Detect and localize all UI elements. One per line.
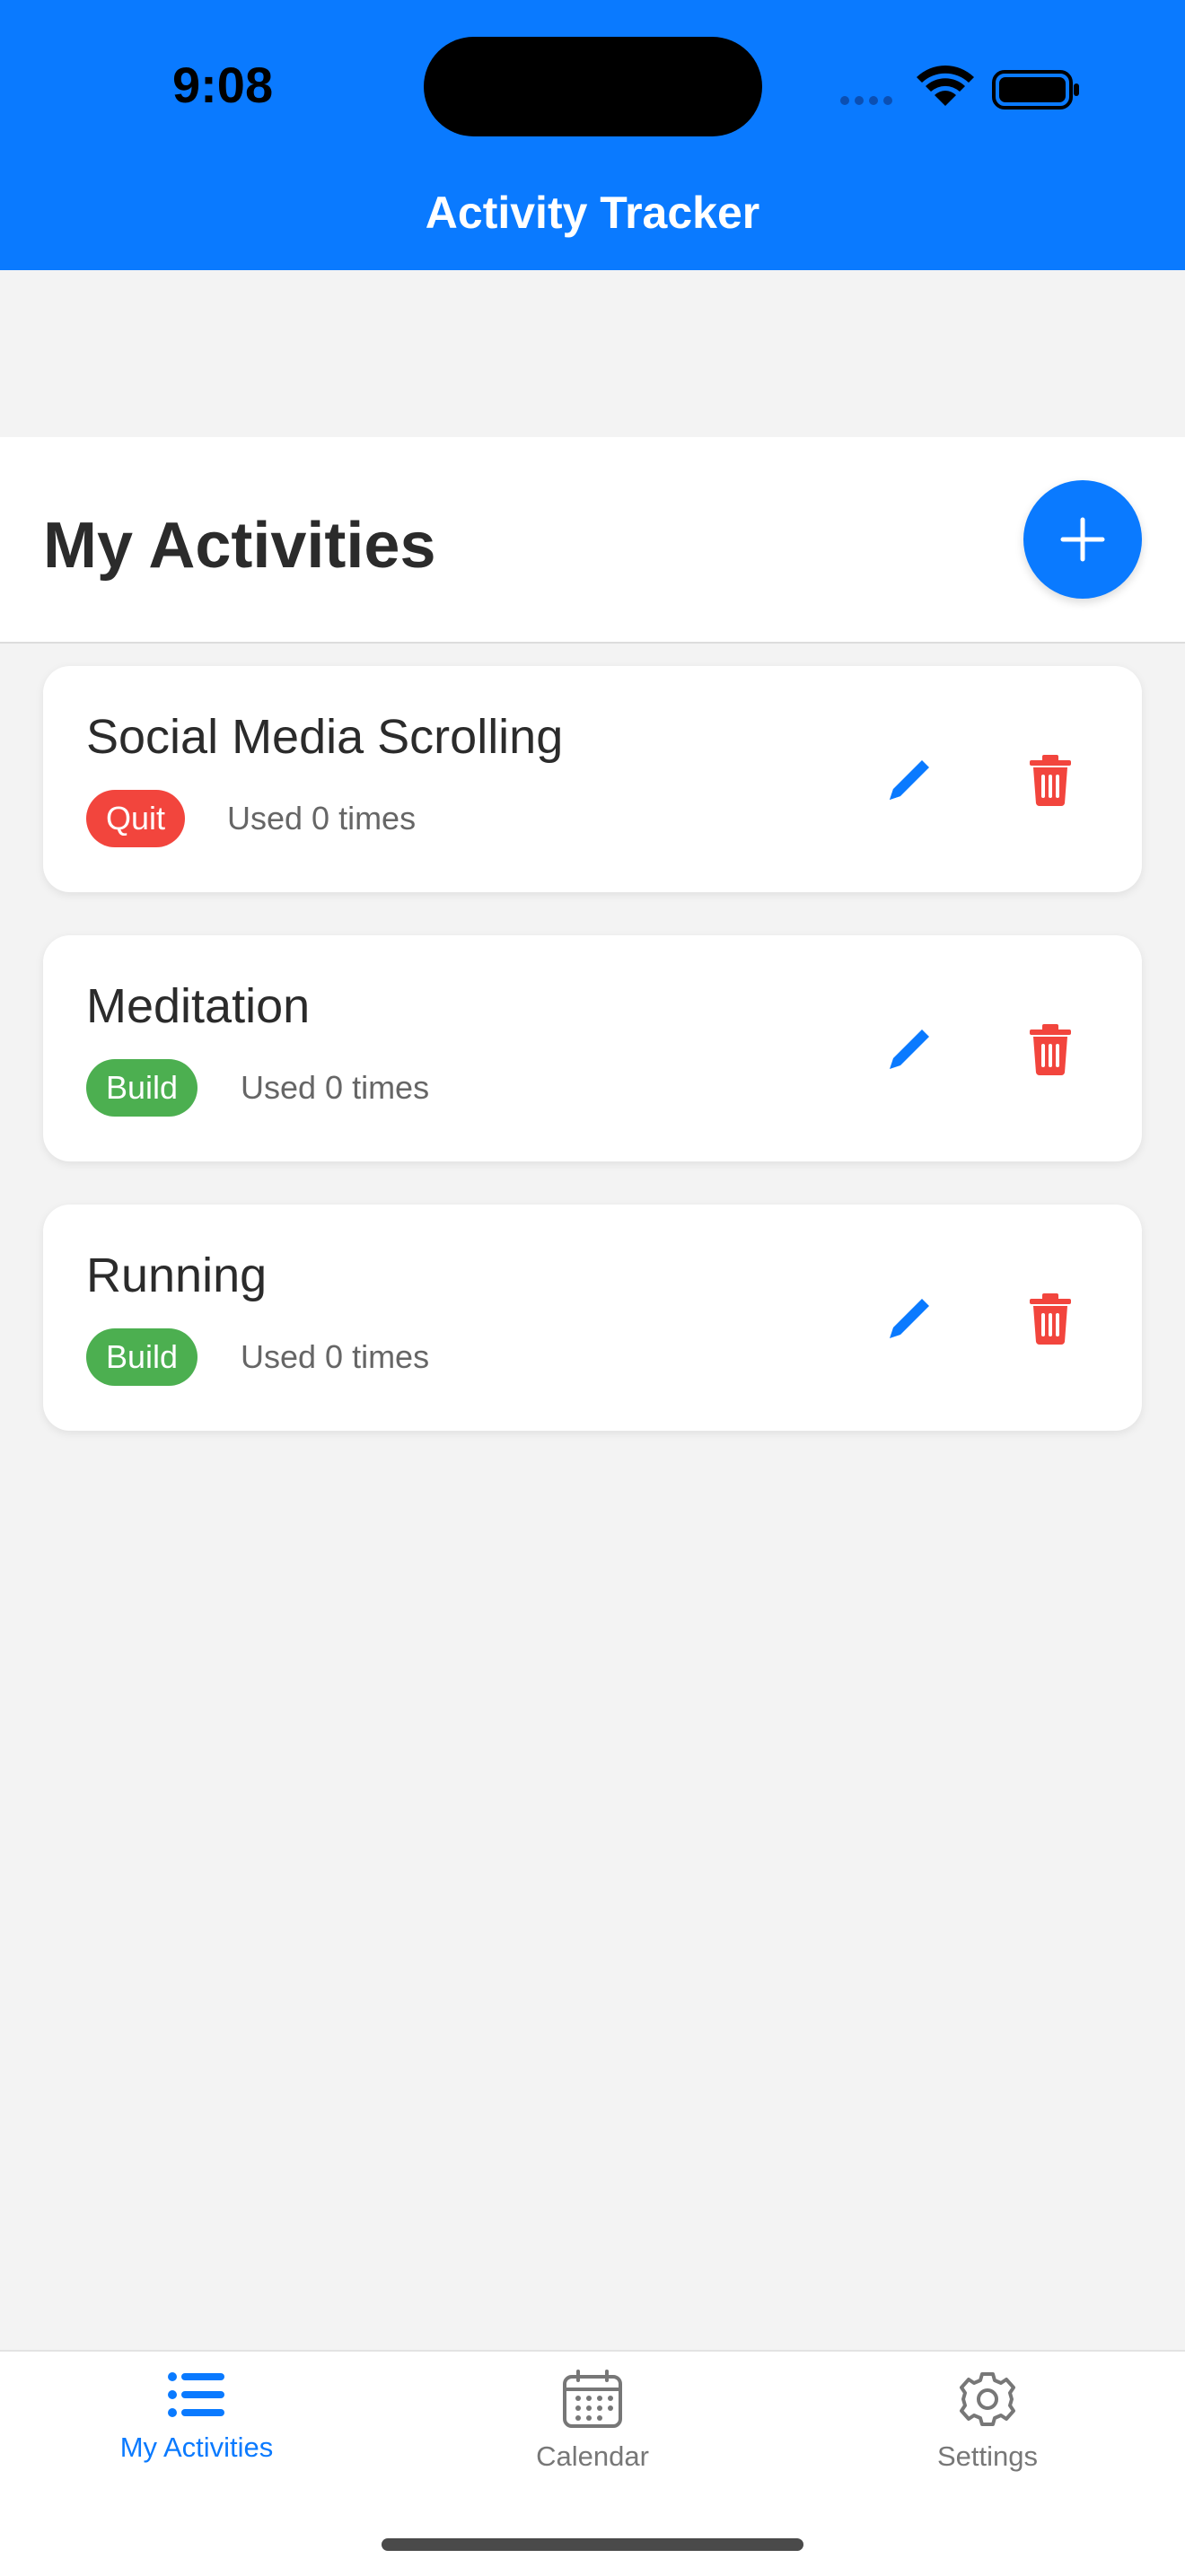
tab-settings[interactable]: Settings bbox=[853, 2370, 1122, 2473]
type-badge: Quit bbox=[86, 790, 186, 847]
plus-icon bbox=[1060, 517, 1105, 562]
tab-label: Calendar bbox=[536, 2440, 649, 2472]
signal-icon bbox=[840, 96, 892, 105]
activity-card[interactable]: Meditation Build Used 0 times bbox=[43, 935, 1142, 1161]
list-icon bbox=[168, 2372, 224, 2417]
home-indicator bbox=[382, 2538, 803, 2551]
delete-button[interactable] bbox=[1019, 1018, 1082, 1081]
type-badge: Build bbox=[86, 1059, 198, 1117]
activity-card[interactable]: Running Build Used 0 times bbox=[43, 1205, 1142, 1431]
usage-count: Used 0 times bbox=[241, 1338, 430, 1375]
activity-name: Running bbox=[86, 1249, 268, 1302]
activity-card[interactable]: Social Media Scrolling Quit Used 0 times bbox=[43, 666, 1142, 892]
usage-count: Used 0 times bbox=[241, 1069, 430, 1106]
wifi-icon bbox=[917, 66, 974, 106]
status-icons bbox=[840, 66, 1079, 110]
trash-icon bbox=[1030, 1293, 1071, 1345]
activity-name: Meditation bbox=[86, 979, 311, 1033]
trash-icon bbox=[1030, 1024, 1071, 1075]
calendar-icon bbox=[563, 2370, 622, 2428]
usage-count: Used 0 times bbox=[227, 800, 417, 837]
app-title: Activity Tracker bbox=[425, 188, 760, 238]
tab-label: My Activities bbox=[119, 2431, 274, 2463]
edit-button[interactable] bbox=[878, 1018, 941, 1081]
delete-button[interactable] bbox=[1019, 1287, 1082, 1350]
gear-icon bbox=[960, 2372, 1015, 2426]
tab-label: Settings bbox=[936, 2440, 1038, 2472]
pencil-icon bbox=[890, 1299, 929, 1338]
trash-icon bbox=[1030, 755, 1071, 806]
battery-icon bbox=[992, 70, 1079, 110]
edit-button[interactable] bbox=[878, 749, 941, 811]
delete-button[interactable] bbox=[1019, 749, 1082, 811]
activities-header: My Activities bbox=[0, 437, 1185, 644]
activity-name: Social Media Scrolling bbox=[86, 710, 564, 764]
dynamic-island bbox=[424, 37, 762, 136]
pencil-icon bbox=[890, 1030, 929, 1069]
status-time: 9:08 bbox=[172, 57, 274, 113]
tab-my-activities[interactable]: My Activities bbox=[62, 2370, 331, 2464]
type-badge: Build bbox=[86, 1328, 198, 1386]
page-title: My Activities bbox=[43, 510, 436, 582]
add-activity-button[interactable] bbox=[1023, 480, 1142, 599]
tab-calendar[interactable]: Calendar bbox=[458, 2370, 727, 2473]
pencil-icon bbox=[890, 760, 929, 800]
top-bar: 9:08 Activity Tracker bbox=[0, 0, 1185, 270]
edit-button[interactable] bbox=[878, 1287, 941, 1350]
